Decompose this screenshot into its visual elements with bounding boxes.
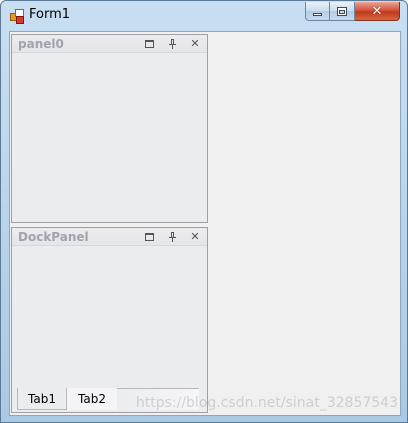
tab-tab2[interactable]: Tab2 [67,388,117,410]
window: Form1 ✕ panel0 ✕ DockPanel ✕ Tab1 Tab2 h… [0,0,408,423]
panel0[interactable]: panel0 ✕ [11,34,208,223]
panel-title: DockPanel [18,230,89,244]
close-icon: ✕ [371,3,383,19]
panel-header[interactable]: DockPanel ✕ [12,228,207,246]
maximize-button[interactable] [330,2,355,21]
restore-icon [144,39,154,48]
maximize-icon [337,6,347,16]
close-icon: ✕ [190,37,200,50]
pin-icon [168,231,176,242]
tab-tab1[interactable]: Tab1 [17,388,67,410]
dock-panel[interactable]: DockPanel ✕ Tab1 Tab2 [11,227,208,413]
panel-header[interactable]: panel0 ✕ [12,35,207,53]
minimize-button[interactable] [305,2,330,21]
panel-buttons: ✕ [143,231,201,242]
restore-button[interactable] [143,231,155,242]
restore-icon [144,232,154,241]
panel-buttons: ✕ [143,38,201,49]
panel-close-button[interactable]: ✕ [189,231,201,242]
close-icon: ✕ [190,230,200,243]
title-bar[interactable]: Form1 ✕ [1,1,407,30]
caption-buttons: ✕ [305,2,400,21]
watermark: https://blog.csdn.net/sinat_32857543 [135,395,398,411]
restore-button[interactable] [143,38,155,49]
pin-button[interactable] [166,231,178,242]
pin-icon [168,38,176,49]
panel-title: panel0 [18,37,64,51]
panel-close-button[interactable]: ✕ [189,38,201,49]
close-button[interactable]: ✕ [355,2,400,21]
pin-button[interactable] [166,38,178,49]
client-area: panel0 ✕ DockPanel ✕ Tab1 Tab2 https://b… [9,31,401,416]
window-title: Form1 [29,7,71,22]
form-icon[interactable] [10,9,24,24]
minimize-icon [313,12,322,16]
